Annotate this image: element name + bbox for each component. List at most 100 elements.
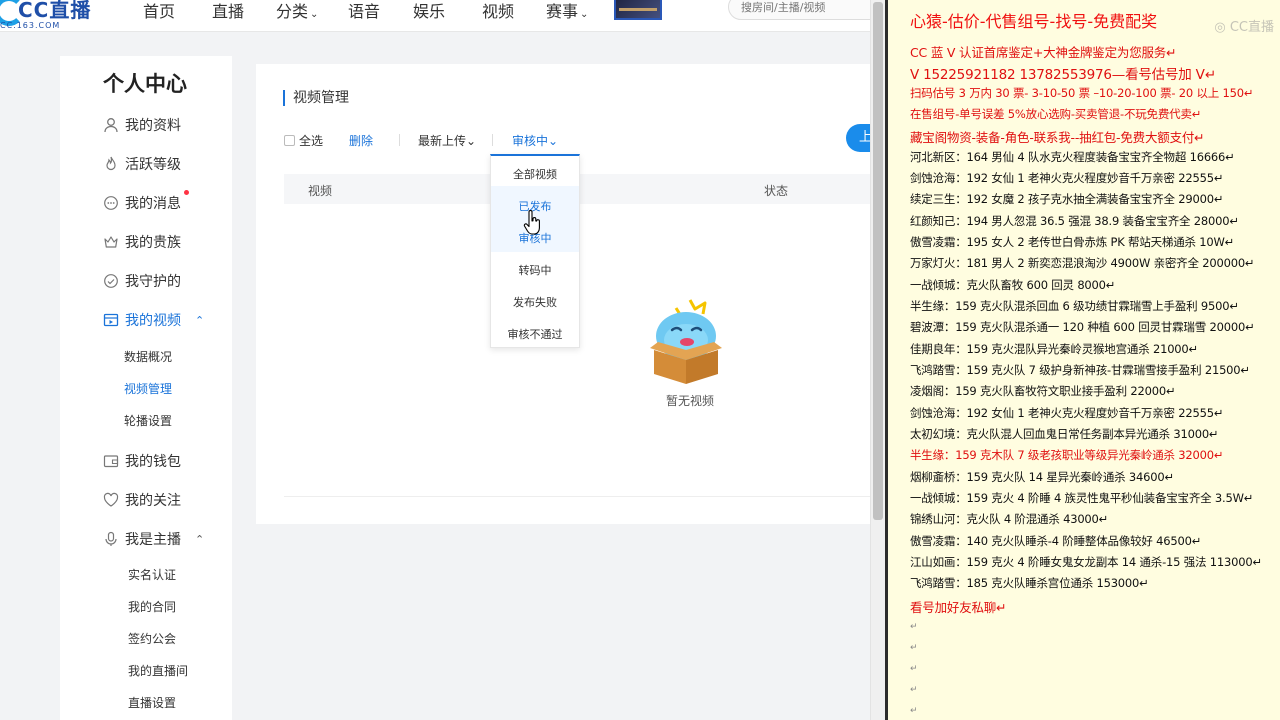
sub-item-video-management[interactable]: 视频管理	[124, 380, 172, 397]
chevron-down-icon: ⌄	[310, 9, 319, 20]
menu-item-all-videos[interactable]: 全部视频	[491, 166, 579, 182]
sidebar-item-label: 活跃等级	[125, 157, 181, 173]
sort-label: 最新上传	[418, 134, 467, 148]
empty-line-marker: ↵	[910, 664, 918, 674]
sub-item-carousel-settings[interactable]: 轮播设置	[124, 412, 172, 429]
status-filter-dropdown[interactable]: 审核中⌄	[512, 132, 558, 149]
sidebar-item-label: 我的贵族	[125, 235, 181, 251]
toolbar: 全选 删除 最新上传⌄ 审核中⌄ 上	[284, 124, 885, 152]
page-title: 视频管理	[283, 90, 349, 106]
ad-line: 傲雪凌霜：140 克火队睡杀-4 阶睡整体品像较好 46500↵	[910, 533, 1202, 548]
nav-item-voice[interactable]: 语音	[348, 0, 380, 22]
nav-promo-thumbnail[interactable]	[614, 0, 662, 20]
empty-line-marker: ↵	[910, 685, 918, 695]
ad-line: CC 蓝 V 认证首席鉴定+大神金牌鉴定为您服务↵	[910, 45, 1177, 60]
delete-button[interactable]: 删除	[349, 132, 373, 149]
nav-item-label: 娱乐	[413, 2, 446, 21]
mic-icon	[102, 530, 120, 548]
wallet-icon	[102, 452, 120, 470]
select-all-checkbox[interactable]: 全选	[284, 132, 323, 149]
scrollbar-thumb[interactable]	[873, 2, 883, 520]
ad-line: 凌烟阁：159 克火队畜牧符文职业接手盈利 22000↵	[910, 384, 1176, 399]
heart-icon	[102, 491, 120, 509]
menu-item-review-rejected[interactable]: 审核不通过	[491, 326, 579, 342]
ad-line: 半生缘：159 克木队 7 级老孩职业等级异光秦岭通杀 32000↵	[910, 448, 1224, 463]
video-icon	[102, 311, 120, 329]
cc-watermark: ◎ CC直播	[1214, 20, 1274, 35]
top-nav: CC直播 CC.163.COM 首页 直播 分类 ⌄ 语音 娱乐 视频 赛事 ⌄	[0, 0, 885, 32]
nav-item-home[interactable]: 首页	[143, 0, 175, 22]
ad-line: 红颜知己：194 男人忽混 36.5 强混 38.9 装备宝宝齐全 28000↵	[910, 213, 1239, 228]
sidebar-item-label: 我的资料	[125, 118, 181, 134]
nav-item-label: 直播	[212, 2, 245, 21]
sub-item-real-name[interactable]: 实名认证	[128, 566, 176, 583]
nav-item-events[interactable]: 赛事 ⌄	[546, 0, 588, 22]
status-label: 审核中	[512, 134, 549, 148]
page-scrollbar[interactable]	[870, 0, 885, 720]
sidebar-item-label: 我是主播	[125, 532, 181, 548]
flame-icon	[102, 155, 120, 173]
sidebar-item-label: 我的关注	[125, 493, 181, 509]
ad-line: 碧波潭：159 克火队混杀通一 120 种植 600 回灵甘霖瑞雪 20000↵	[910, 320, 1255, 335]
toolbar-divider	[492, 134, 493, 146]
ad-line: 锦绣山河：克火队 4 阶混通杀 43000↵	[910, 512, 1109, 527]
ad-line: 续定三生：192 女魔 2 孩子克水抽全满装备宝宝齐全 29000↵	[910, 192, 1224, 207]
ad-line: 江山如画：159 克火 4 阶睡女鬼女龙副本 14 通杀-15 强法 11300…	[910, 554, 1262, 569]
sub-item-live-settings[interactable]: 直播设置	[128, 694, 176, 711]
search-input[interactable]	[728, 0, 885, 20]
ad-line: 剑蚀沧海：192 女仙 1 老神火克火程度妙音千万亲密 22555↵	[910, 170, 1224, 185]
empty-line-marker: ↵	[910, 622, 918, 632]
logo-text: CC直播	[18, 0, 92, 22]
sidebar-item-guarded[interactable]: 我守护的	[102, 270, 181, 292]
ad-line: 太初幻境：克火队混人回血鬼日常任务副本异光通杀 31000↵	[910, 426, 1219, 441]
chevron-down-icon: ⌄	[548, 134, 559, 148]
sub-item-guild[interactable]: 签约公会	[128, 630, 176, 647]
sidebar-item-activity[interactable]: 活跃等级	[102, 153, 181, 175]
ad-line: 河北新区：164 男仙 4 队水克火程度装备宝宝齐全物超 16666↵	[910, 149, 1235, 164]
sidebar-item-my-videos[interactable]: 我的视频 ⌃	[102, 309, 204, 331]
user-icon	[102, 116, 120, 134]
sidebar-item-anchor[interactable]: 我是主播 ⌃	[102, 528, 204, 550]
ad-line: 万家灯火：181 男人 2 新奕恋混浪淘沙 4900W 亲密齐全 200000↵	[910, 256, 1255, 271]
cc-logo[interactable]: CC直播 CC.163.COM	[0, 0, 104, 32]
checkbox-box	[284, 135, 295, 146]
sidebar-title: 个人中心	[103, 72, 187, 96]
nav-item-video[interactable]: 视频	[482, 0, 514, 22]
sort-dropdown[interactable]: 最新上传⌄	[418, 132, 476, 149]
menu-item-transcoding[interactable]: 转码中	[491, 262, 579, 278]
status-filter-menu: 全部视频 已发布 审核中 转码中 发布失败 审核不通过	[490, 154, 580, 348]
sub-item-data-overview[interactable]: 数据概况	[124, 348, 172, 365]
message-icon	[102, 194, 120, 212]
nav-item-entertainment[interactable]: 娱乐	[413, 0, 445, 22]
sub-item-my-room[interactable]: 我的直播间	[128, 662, 188, 679]
nav-item-live[interactable]: 直播	[212, 0, 244, 22]
sidebar-item-wallet[interactable]: 我的钱包	[102, 450, 181, 472]
menu-item-publish-failed[interactable]: 发布失败	[491, 294, 579, 310]
ad-line: 半生缘：159 克火队混杀回血 6 级功绩甘霖瑞雪上手盈利 9500↵	[910, 298, 1239, 313]
ad-line: V 15225921182 13782553976—看号估号加 V↵	[910, 67, 1216, 84]
nav-item-label: 首页	[143, 2, 176, 21]
sidebar-item-nobility[interactable]: 我的贵族	[102, 231, 181, 253]
guard-icon	[102, 272, 120, 290]
ad-line: 藏宝阁物资-装备-角色-联系我--抽红包-免费大额支付↵	[910, 130, 1205, 146]
column-header-status: 状态	[764, 184, 789, 198]
chevron-up-icon: ⌃	[195, 532, 205, 546]
ad-title: 心猿-估价-代售组号-找号-免费配奖	[910, 12, 1158, 31]
sidebar-item-following[interactable]: 我的关注	[102, 489, 181, 511]
ad-line: 在售组号-单号误差 5%放心选购-买卖管退-不玩免费代卖↵	[910, 106, 1202, 121]
ad-text-panel: 心猿-估价-代售组号-找号-免费配奖 ◎ CC直播 CC 蓝 V 认证首席鉴定+…	[885, 0, 1280, 720]
empty-line-marker: ↵	[910, 706, 918, 716]
ad-line: 飞鸿踏雪：159 克火队 7 级护身新神孩-甘霖瑞雪接手盈利 21500↵	[910, 362, 1250, 377]
sub-item-contract[interactable]: 我的合同	[128, 598, 176, 615]
sidebar-item-messages[interactable]: 我的消息	[102, 192, 181, 214]
sidebar-item-profile[interactable]: 我的资料	[102, 114, 181, 136]
chevron-down-icon: ⌄	[466, 134, 477, 148]
table-bottom-border	[284, 496, 870, 497]
ad-line: 烟柳齑桥：159 克火队 14 星异光秦岭通杀 34600↵	[910, 469, 1174, 484]
select-all-label: 全选	[299, 134, 324, 148]
nav-item-label: 视频	[482, 2, 515, 21]
chevron-down-icon: ⌄	[580, 9, 589, 20]
empty-state-text: 暂无视频	[666, 394, 715, 408]
nav-item-category[interactable]: 分类 ⌄	[276, 0, 318, 22]
unread-dot	[184, 190, 189, 195]
